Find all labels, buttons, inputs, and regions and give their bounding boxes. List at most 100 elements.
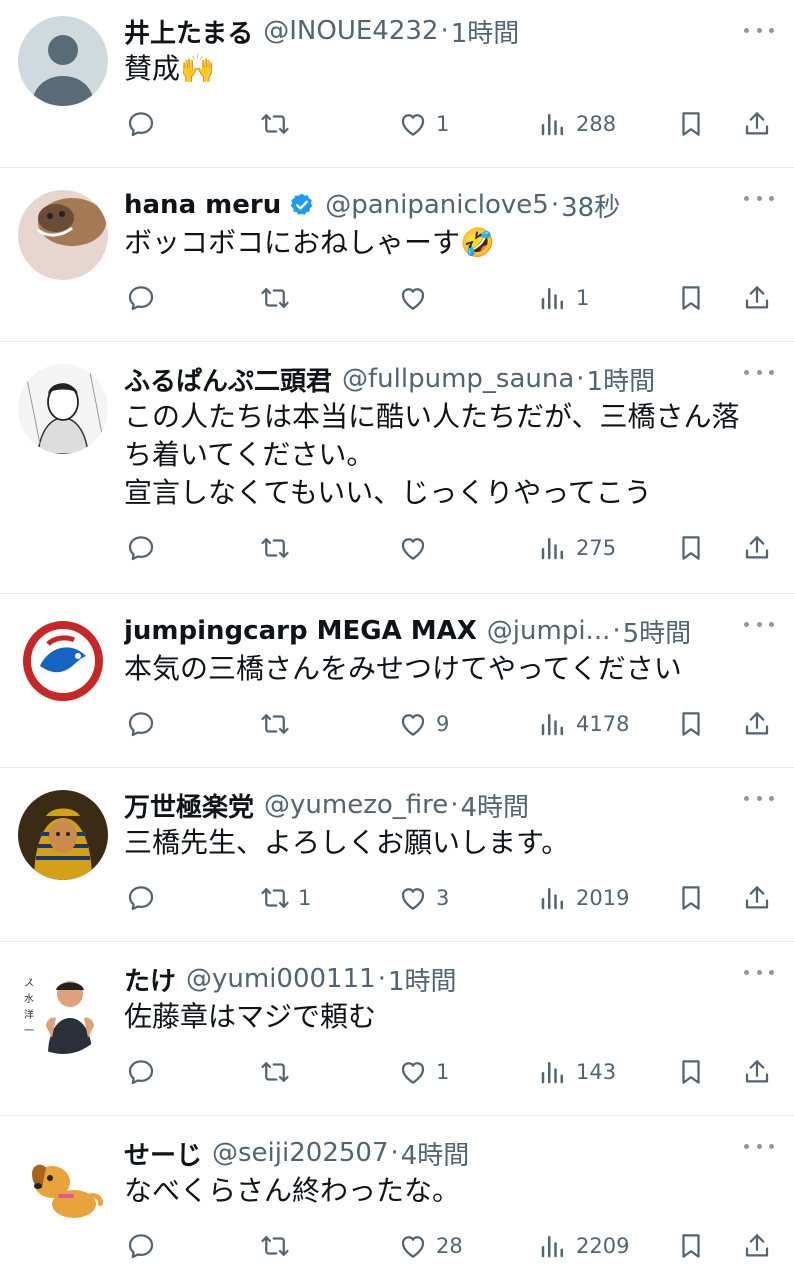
bookmark-button[interactable] xyxy=(676,704,706,744)
timestamp[interactable]: 1時間 xyxy=(587,362,656,397)
author-handle[interactable]: @panipaniclove5 xyxy=(325,190,549,220)
like-button[interactable]: 28 xyxy=(398,1226,463,1266)
author-name[interactable]: jumpingcarp MEGA MAX xyxy=(124,616,477,646)
bookmark-icon xyxy=(676,1231,706,1261)
bookmark-button[interactable] xyxy=(676,878,706,918)
tweet[interactable]: 井上たまる @INOUE4232 · 1時間 賛成🙌 1 288 xyxy=(0,0,794,168)
reply-button[interactable] xyxy=(126,528,164,568)
more-icon[interactable] xyxy=(744,1136,774,1156)
more-icon[interactable] xyxy=(744,20,774,40)
views-button[interactable]: 2209 xyxy=(538,1226,629,1266)
heart-icon xyxy=(398,283,428,313)
reply-button[interactable] xyxy=(126,704,164,744)
separator-dot: · xyxy=(550,190,560,220)
retweet-button[interactable]: 1 xyxy=(260,878,311,918)
retweet-button[interactable] xyxy=(260,278,298,318)
default-avatar[interactable] xyxy=(18,16,108,106)
retweet-button[interactable] xyxy=(260,1226,298,1266)
author-name[interactable]: たけ xyxy=(124,962,176,997)
like-button[interactable] xyxy=(398,528,436,568)
author-handle[interactable]: @fullpump_sauna xyxy=(342,364,574,394)
reply-button[interactable] xyxy=(126,278,164,318)
author-name[interactable]: 万世極楽党 xyxy=(124,788,254,823)
heart-icon xyxy=(398,709,428,739)
views-count: 2209 xyxy=(576,1234,630,1258)
tweet-header: たけ @yumi000111 · 1時間 xyxy=(124,962,774,996)
share-button[interactable] xyxy=(742,1226,772,1266)
author-handle[interactable]: @INOUE4232 xyxy=(263,16,438,46)
author-handle[interactable]: @yumezo_fire xyxy=(264,790,448,820)
share-button[interactable] xyxy=(742,704,772,744)
more-icon[interactable] xyxy=(744,188,774,208)
share-button[interactable] xyxy=(742,1052,772,1092)
share-icon xyxy=(742,883,772,913)
like-button[interactable]: 1 xyxy=(398,1052,449,1092)
author-name[interactable]: hana meru xyxy=(124,190,281,220)
author-name[interactable]: ふるぱんぷ二頭君 xyxy=(124,362,332,397)
tweet[interactable]: せーじ @seiji202507 · 4時間 なべくらさん終わったな。 28 22… xyxy=(0,1116,794,1280)
share-button[interactable] xyxy=(742,528,772,568)
author-name[interactable]: せーじ xyxy=(124,1136,202,1171)
reply-icon xyxy=(126,1231,156,1261)
author-handle[interactable]: @yumi000111 xyxy=(186,964,376,994)
dog-avatar[interactable] xyxy=(18,1138,108,1228)
retweet-button[interactable] xyxy=(260,528,298,568)
manga-avatar[interactable] xyxy=(18,364,108,454)
tweet[interactable]: ふるぱんぷ二頭君 @fullpump_sauna · 1時間 この人たちは本当に… xyxy=(0,342,794,594)
timestamp[interactable]: 1時間 xyxy=(388,962,457,997)
like-button[interactable]: 9 xyxy=(398,704,449,744)
bookmark-button[interactable] xyxy=(676,528,706,568)
timestamp[interactable]: 5時間 xyxy=(623,614,692,649)
share-button[interactable] xyxy=(742,104,772,144)
tweet[interactable]: 万世極楽党 @yumezo_fire · 4時間 三橋先生、よろしくお願いします… xyxy=(0,768,794,942)
reply-button[interactable] xyxy=(126,104,164,144)
views-button[interactable]: 288 xyxy=(538,104,616,144)
views-button[interactable]: 143 xyxy=(538,1052,616,1092)
like-button[interactable] xyxy=(398,278,436,318)
cat-avatar[interactable] xyxy=(18,190,108,280)
timestamp[interactable]: 1時間 xyxy=(451,14,520,49)
like-button[interactable]: 3 xyxy=(398,878,449,918)
likes-count: 1 xyxy=(436,1060,450,1084)
tweet[interactable]: hana meru @panipaniclove5 · 38秒 ボッコボコにおね… xyxy=(0,168,794,342)
author-name[interactable]: 井上たまる xyxy=(124,14,253,49)
share-icon xyxy=(742,1231,772,1261)
timestamp[interactable]: 38秒 xyxy=(561,188,620,223)
pharaoh-avatar[interactable] xyxy=(18,790,108,880)
bookmark-icon xyxy=(676,883,706,913)
carp-avatar[interactable] xyxy=(18,616,108,706)
retweet-button[interactable] xyxy=(260,1052,298,1092)
retweet-button[interactable] xyxy=(260,704,298,744)
author-handle[interactable]: @jumpi... xyxy=(487,616,611,646)
share-button[interactable] xyxy=(742,878,772,918)
bookmark-button[interactable] xyxy=(676,1052,706,1092)
man-avatar[interactable]: ス水洋一 xyxy=(18,964,108,1054)
action-bar: 9 4178 xyxy=(124,704,774,744)
tweet-text: この人たちは本当に酷い人たちだが、三橋さん落 ち着いてください。 宣言しなくても… xyxy=(124,400,740,509)
timestamp[interactable]: 4時間 xyxy=(461,788,530,823)
reply-button[interactable] xyxy=(126,878,164,918)
author-handle[interactable]: @seiji202507 xyxy=(212,1138,388,1168)
reply-button[interactable] xyxy=(126,1052,164,1092)
views-button[interactable]: 2019 xyxy=(538,878,629,918)
bookmark-button[interactable] xyxy=(676,1226,706,1266)
bookmark-button[interactable] xyxy=(676,278,706,318)
more-icon[interactable] xyxy=(744,362,774,382)
tweet[interactable]: jumpingcarp MEGA MAX @jumpi... · 5時間 本気の… xyxy=(0,594,794,768)
separator-dot: · xyxy=(450,790,459,820)
timestamp[interactable]: 4時間 xyxy=(401,1136,470,1171)
views-button[interactable]: 1 xyxy=(538,278,589,318)
tweet[interactable]: ス水洋一 たけ @yumi000111 · 1時間 佐藤章はマジで頼む 1 143 xyxy=(0,942,794,1116)
bookmark-button[interactable] xyxy=(676,104,706,144)
views-icon xyxy=(538,283,568,313)
more-icon[interactable] xyxy=(744,788,774,808)
reply-button[interactable] xyxy=(126,1226,164,1266)
views-button[interactable]: 275 xyxy=(538,528,616,568)
share-button[interactable] xyxy=(742,278,772,318)
more-icon[interactable] xyxy=(744,962,774,982)
retweet-button[interactable] xyxy=(260,104,298,144)
more-icon[interactable] xyxy=(744,614,774,634)
like-button[interactable]: 1 xyxy=(398,104,449,144)
views-button[interactable]: 4178 xyxy=(538,704,629,744)
views-icon xyxy=(538,883,568,913)
